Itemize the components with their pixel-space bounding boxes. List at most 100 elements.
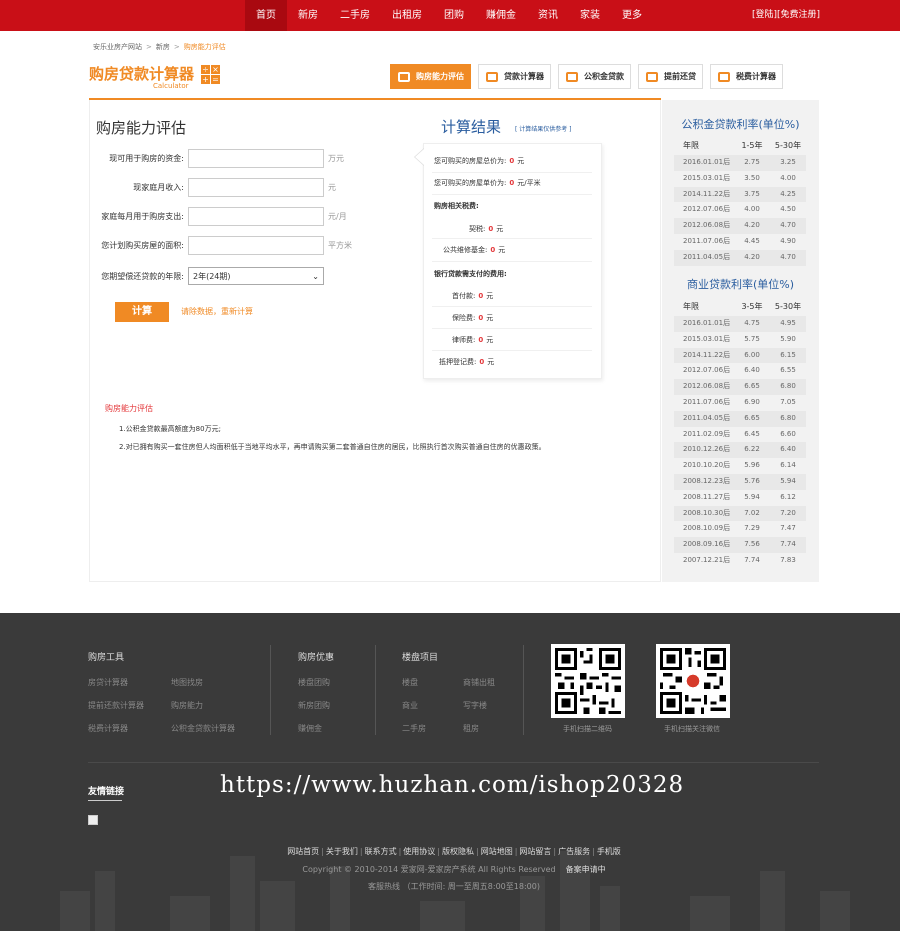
result-maintenance-fund: 公共维修基金: 0 元 bbox=[443, 246, 506, 254]
bottom-link[interactable]: 使用协议 bbox=[403, 847, 435, 856]
chevron-down-icon: ⌄ bbox=[312, 271, 319, 281]
divider bbox=[432, 238, 592, 239]
nav-item-new-house[interactable]: 新房 bbox=[287, 0, 329, 31]
footer-link[interactable]: 购房能力 bbox=[171, 700, 203, 711]
fund-rate-title: 公积金贷款利率(单位%) bbox=[681, 118, 800, 131]
link-separator: | bbox=[437, 847, 440, 856]
rate-value: 5.90 bbox=[780, 334, 796, 343]
table-header: 年限 1-5年 5-30年 bbox=[683, 141, 802, 150]
commercial-rate-table: 年限 3-5年 5-30年 2016.01.01后 4.75 4.95 2015.03.0… bbox=[674, 298, 806, 569]
rate-value: 6.14 bbox=[780, 461, 796, 470]
breadcrumb-current: 购房能力评估 bbox=[183, 43, 226, 51]
area-input[interactable] bbox=[188, 235, 324, 255]
nav-item-group-buy[interactable]: 团购 bbox=[433, 0, 475, 31]
tab-loan-calculator[interactable]: 贷款计算器 bbox=[478, 64, 551, 89]
nav-item-more[interactable]: 更多 bbox=[611, 0, 653, 31]
qr-label-wechat: 手机扫描关注微信 bbox=[664, 725, 720, 733]
bottom-link[interactable]: 版权隐私 bbox=[442, 847, 474, 856]
rate-date: 2008.10.09后 bbox=[683, 524, 731, 533]
nav-item-decoration[interactable]: 家装 bbox=[569, 0, 611, 31]
tab-provident-fund[interactable]: 公积金贷款 bbox=[558, 64, 631, 89]
nav-item-second-hand[interactable]: 二手房 bbox=[329, 0, 381, 31]
footer-link[interactable]: 写字楼 bbox=[463, 700, 487, 711]
table-row: 2008.09.16后 7.56 7.74 bbox=[674, 537, 806, 553]
area-label: 您计划购买房屋的面积: bbox=[101, 240, 184, 250]
footer-link[interactable]: 房贷计算器 bbox=[88, 677, 128, 688]
tab-label: 提前还贷 bbox=[664, 72, 696, 81]
footer-link[interactable]: 租房 bbox=[463, 723, 479, 734]
income-input[interactable] bbox=[188, 177, 324, 197]
nav-item-news[interactable]: 资讯 bbox=[527, 0, 569, 31]
calculate-button[interactable]: 计算 bbox=[115, 302, 169, 322]
rate-date: 2014.11.22后 bbox=[683, 350, 731, 359]
table-row: 2014.11.22后 6.00 6.15 bbox=[674, 347, 806, 364]
rate-date: 2015.03.01后 bbox=[683, 173, 731, 182]
friend-links-title: 友情链接 bbox=[88, 787, 125, 797]
footer-link[interactable]: 地图找房 bbox=[171, 677, 203, 688]
bottom-link[interactable]: 关于我们 bbox=[326, 847, 358, 856]
tab-prepayment[interactable]: 提前还贷 bbox=[638, 64, 703, 89]
result-unit-price: 您可购买的房屋单价为: 0 元/平米 bbox=[434, 179, 541, 187]
rate-value: 6.00 bbox=[744, 350, 760, 359]
qr-code-wechat bbox=[656, 644, 730, 718]
footer-link[interactable]: 赚佣金 bbox=[298, 723, 322, 734]
nav-item-commission[interactable]: 赚佣金 bbox=[475, 0, 527, 31]
table-header: 年限 3-5年 5-30年 bbox=[683, 302, 802, 311]
top-nav: 首页 新房 二手房 出租房 团购 赚佣金 资讯 家装 更多 [登陆][免费注册] bbox=[0, 0, 900, 31]
tab-tax-calculator[interactable]: 税费计算器 bbox=[710, 64, 783, 89]
rate-value: 6.55 bbox=[780, 366, 796, 375]
years-select[interactable]: 2年(24期) ⌄ bbox=[188, 267, 324, 285]
rate-value: 7.29 bbox=[744, 524, 760, 533]
footer-link[interactable]: 二手房 bbox=[402, 723, 426, 734]
bottom-link[interactable]: 手机版 bbox=[597, 847, 621, 856]
table-row: 2007.12.21后 7.74 7.83 bbox=[674, 553, 806, 569]
rate-date: 2012.06.08后 bbox=[683, 221, 731, 230]
qr-code-mobile bbox=[551, 644, 625, 718]
login-link[interactable]: [登陆] bbox=[752, 10, 777, 20]
house-icon bbox=[397, 71, 411, 83]
reset-link[interactable]: 请除数据，重新计算 bbox=[181, 306, 253, 317]
years-row: 您期望偿还贷款的年限: 2年(24期) ⌄ bbox=[90, 266, 324, 286]
rate-value: 4.20 bbox=[744, 221, 760, 230]
register-link[interactable]: [免费注册] bbox=[777, 10, 820, 20]
funds-input[interactable] bbox=[188, 148, 324, 168]
link-separator: | bbox=[476, 847, 479, 856]
table-row: 2011.04.05后 4.20 4.70 bbox=[674, 249, 806, 266]
rate-value: 6.90 bbox=[744, 397, 760, 406]
rate-value: 2.75 bbox=[744, 158, 760, 166]
breadcrumb-home[interactable]: 安乐业房产网站 bbox=[93, 43, 142, 51]
bottom-link[interactable]: 广告服务 bbox=[558, 847, 590, 856]
rate-date: 2012.07.06后 bbox=[683, 205, 731, 214]
rate-value: 6.45 bbox=[744, 429, 760, 438]
nav-item-rental[interactable]: 出租房 bbox=[381, 0, 433, 31]
expense-input[interactable] bbox=[188, 206, 324, 226]
table-row: 2012.07.06后 6.40 6.55 bbox=[674, 363, 806, 379]
link-separator: | bbox=[398, 847, 402, 856]
rate-value: 6.12 bbox=[780, 492, 796, 501]
rate-date: 2016.01.01后 bbox=[683, 319, 731, 327]
rate-value: 6.60 bbox=[780, 429, 796, 438]
link-separator: | bbox=[359, 847, 363, 856]
broken-image-icon bbox=[88, 815, 98, 825]
footer-link[interactable]: 提前还款计算器 bbox=[88, 700, 144, 711]
footer-link[interactable]: 楼盘团购 bbox=[298, 677, 330, 688]
footer-link[interactable]: 公积金贷款计算器 bbox=[171, 723, 235, 734]
bottom-link[interactable]: 网站留言 bbox=[519, 847, 551, 856]
footer-link[interactable]: 楼盘 bbox=[402, 677, 418, 688]
footer-link[interactable]: 商业 bbox=[402, 700, 418, 711]
tab-affordability[interactable]: 购房能力评估 bbox=[390, 64, 471, 89]
table-row: 2012.06.08后 4.20 4.70 bbox=[674, 218, 806, 234]
nav-item-home[interactable]: 首页 bbox=[245, 0, 287, 31]
qr-code-icon bbox=[555, 648, 621, 714]
footer-link[interactable]: 新房团购 bbox=[298, 700, 330, 711]
rate-date: 2012.07.06后 bbox=[683, 366, 731, 375]
divider bbox=[432, 172, 592, 173]
bottom-link[interactable]: 网站地图 bbox=[481, 847, 513, 856]
link-separator: | bbox=[553, 847, 557, 856]
bottom-link[interactable]: 联系方式 bbox=[365, 847, 397, 856]
bottom-link[interactable]: 网站首页 bbox=[287, 847, 319, 856]
breadcrumb-new-house[interactable]: 新房 bbox=[156, 43, 170, 51]
table-row: 2011.07.06后 6.90 7.05 bbox=[674, 395, 806, 411]
footer-link[interactable]: 商铺出租 bbox=[463, 677, 495, 688]
footer-link[interactable]: 税费计算器 bbox=[88, 723, 128, 734]
